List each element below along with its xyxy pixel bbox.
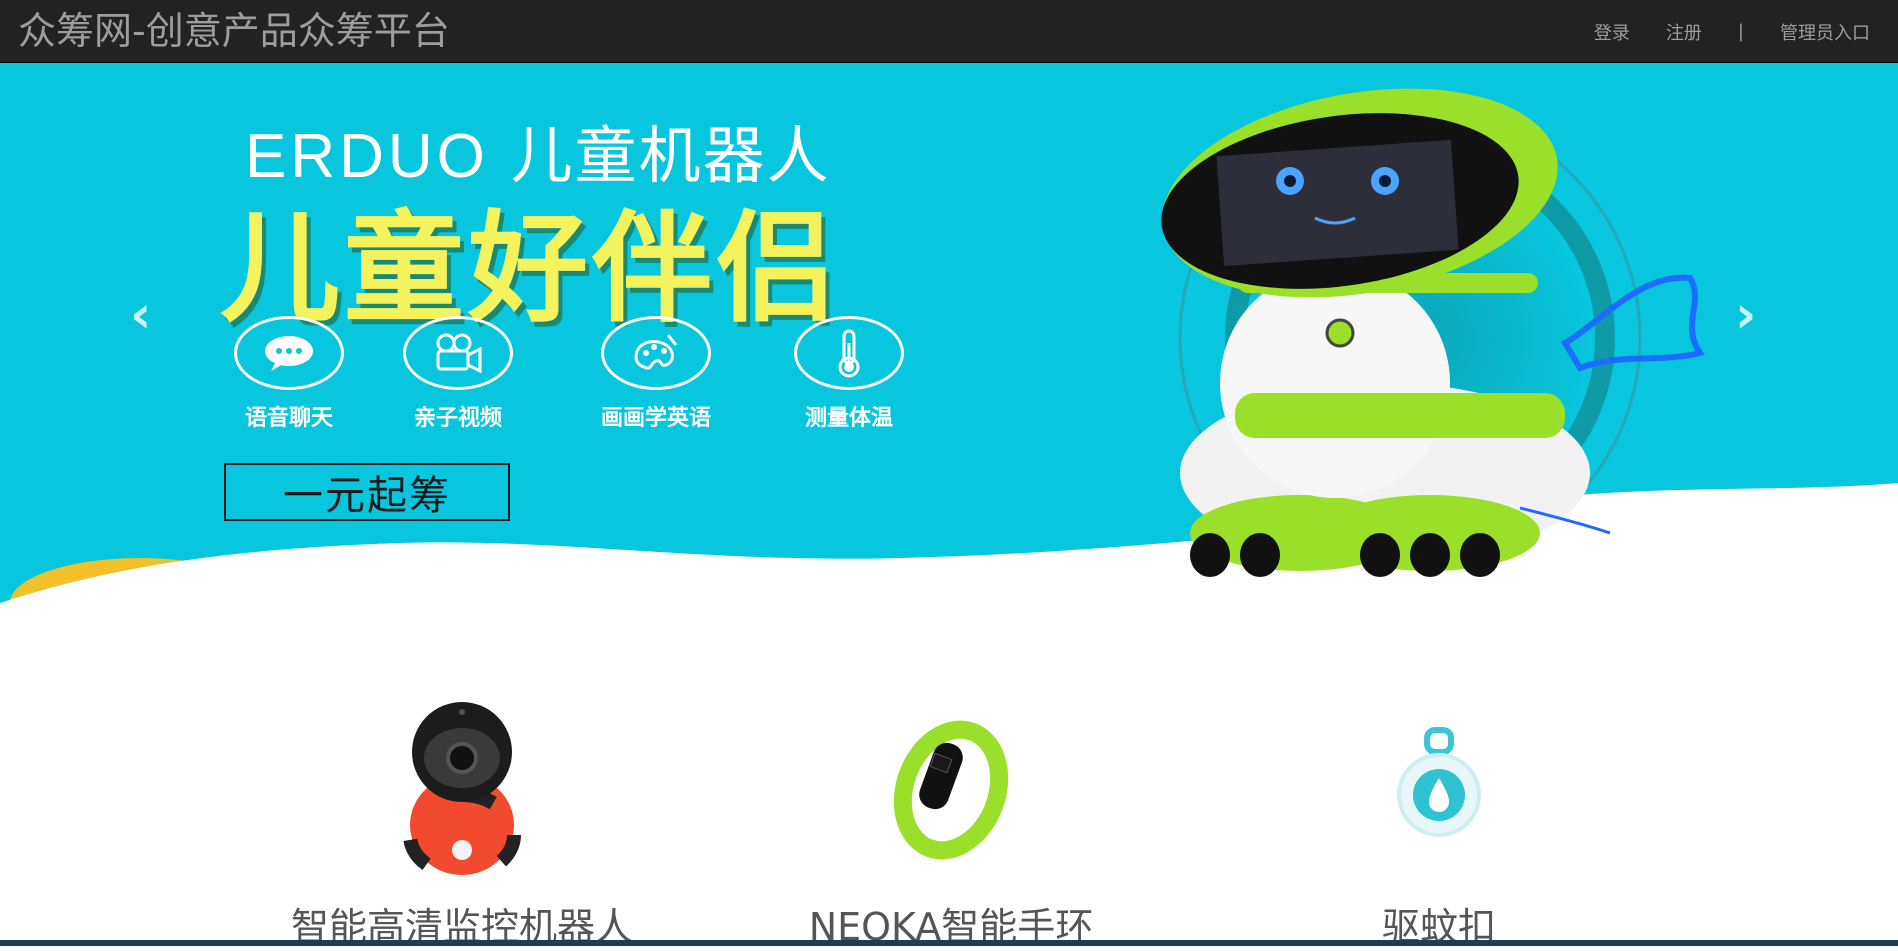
feature-video: 亲子视频 [373,316,543,432]
feature-voice-chat: 语音聊天 [204,316,374,432]
palette-icon [601,316,711,390]
product-card-mosquito-repellent[interactable]: 驱蚊扣 [1179,700,1699,951]
carousel-indicators [920,566,965,577]
carousel-indicator-2[interactable] [937,566,948,577]
feature-temperature: 测量体温 [764,316,934,432]
bottom-strip [0,940,1898,946]
feature-label: 语音聊天 [244,406,333,431]
monitor-robot-icon[interactable] [392,700,532,882]
video-camera-icon [403,316,513,390]
register-link[interactable]: 注册 [1666,19,1702,45]
chat-bubble-icon [234,316,344,390]
product-card-monitor-robot[interactable]: 智能高清监控机器人 [202,700,722,951]
carousel-prev-icon[interactable]: ‹ [130,289,151,341]
feature-label: 亲子视频 [413,406,502,431]
nav-separator: | [1737,21,1744,42]
carousel-next-icon[interactable]: › [1735,289,1756,341]
thermometer-icon [794,316,904,390]
product-card-smart-band[interactable]: NEOKA智能手环 [691,700,1211,951]
feature-label: 画画学英语 [600,406,711,431]
mosquito-repellent-icon[interactable] [1369,700,1509,880]
carousel-indicator-1[interactable] [920,566,931,577]
hero-carousel[interactable]: ERDUO 儿童机器人 儿童好伴侣 语音聊天 亲子视频 画画学英语 测量体温 一… [0,63,1898,626]
feature-label: 测量体温 [804,406,893,431]
feature-drawing-english: 画画学英语 [571,316,741,432]
login-link[interactable]: 登录 [1594,19,1630,45]
site-brand[interactable]: 众筹网-创意产品众筹平台 [18,6,450,56]
carousel-indicator-3[interactable] [954,566,965,577]
funding-cta[interactable]: 一元起筹 [224,463,510,521]
navbar: 众筹网-创意产品众筹平台 登录 注册 | 管理员入口 [0,0,1898,63]
admin-link[interactable]: 管理员入口 [1780,19,1870,45]
nav-links: 登录 注册 | 管理员入口 [1576,0,1888,63]
smart-band-icon[interactable] [881,700,1021,880]
